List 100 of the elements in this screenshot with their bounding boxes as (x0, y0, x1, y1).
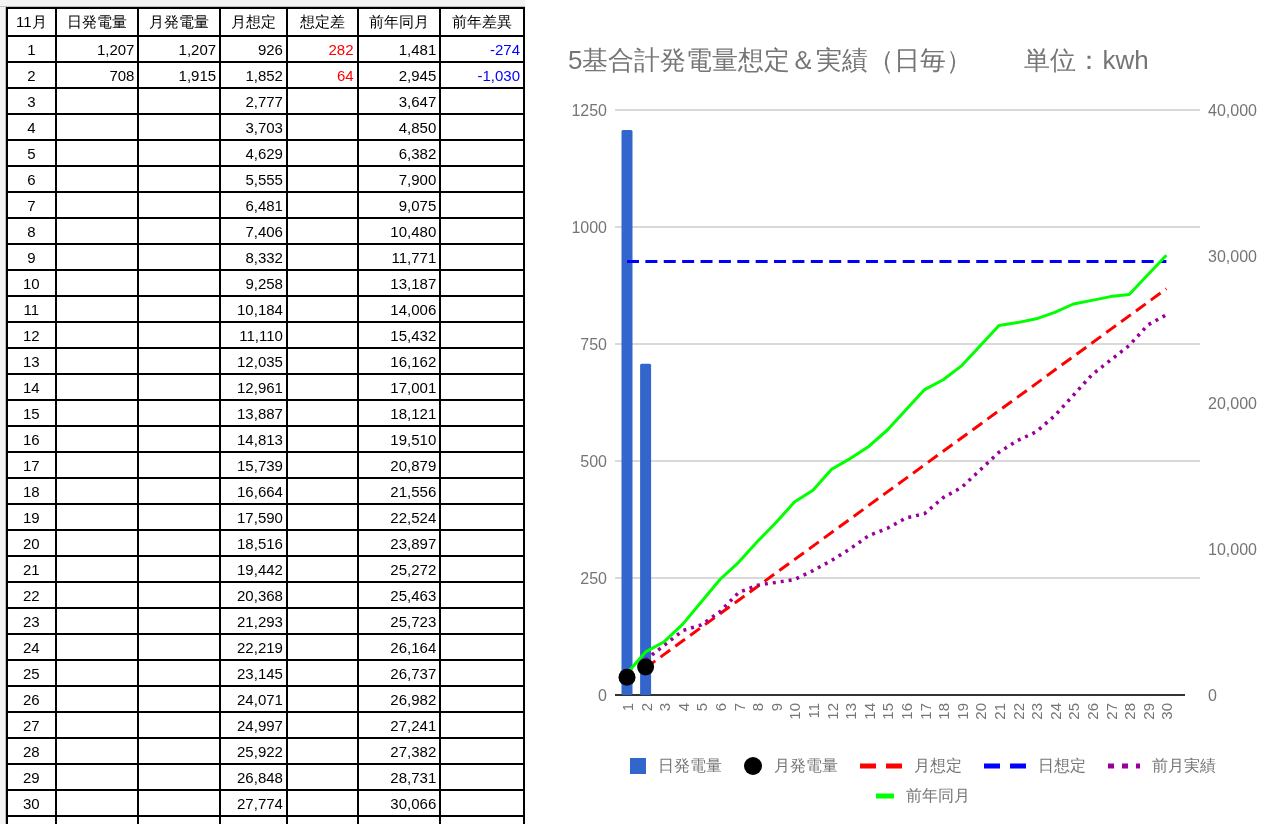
axis-label: 750 (580, 336, 607, 353)
table-cell (286, 634, 358, 660)
table-cell: 25,723 (357, 608, 441, 634)
table-cell (286, 556, 358, 582)
axis-label: 13 (842, 703, 860, 720)
table-cell: 17,590 (220, 504, 287, 530)
table-cell: 29 (7, 764, 56, 790)
table-cell: 27 (7, 712, 56, 738)
table-cell: 20,879 (357, 452, 441, 478)
axis-label: 2 (637, 703, 655, 712)
table-cell: 15,432 (357, 322, 441, 348)
table-cell: 22,524 (357, 504, 441, 530)
axis-label: 0 (598, 687, 607, 704)
axis-label: 1 (619, 703, 636, 712)
table-cell (286, 244, 358, 270)
table-cell: 20 (7, 530, 56, 556)
table-cell: 17 (7, 452, 56, 478)
axis-label: 18 (935, 703, 953, 720)
table-cell: 23,145 (220, 660, 287, 686)
table-cell: 1,915 (138, 62, 221, 88)
axis-label: 14 (860, 703, 878, 720)
table-cell: 1,852 (220, 62, 287, 88)
table-cell: 3,703 (220, 114, 287, 140)
table-cell: 19,510 (357, 426, 441, 452)
column-header: 日発電量 (55, 8, 139, 36)
table-cell (286, 530, 358, 556)
table-cell: 9,258 (220, 270, 287, 296)
table-cell: 11,110 (220, 322, 287, 348)
axis-label: 7 (730, 703, 748, 712)
table-cell: 25,272 (357, 556, 441, 582)
table-cell: 20,368 (220, 582, 287, 608)
table-cell: 28,731 (357, 764, 441, 790)
table-cell (286, 218, 358, 244)
table-cell: 4,629 (220, 140, 287, 166)
table-cell: 25 (7, 660, 56, 686)
axis-label: 30,000 (1208, 248, 1257, 266)
table-cell (286, 660, 358, 686)
table-cell: 13 (7, 348, 56, 374)
table-cell (286, 452, 358, 478)
table-cell (286, 478, 358, 504)
column-header: 前年同月 (357, 8, 441, 36)
table-cell: 2,945 (357, 62, 441, 88)
table-cell (286, 192, 358, 218)
column-header: 月想定 (220, 8, 287, 36)
table-cell: 2,777 (220, 88, 287, 114)
column-header: 11月 (7, 8, 56, 36)
axis-label: 500 (580, 453, 607, 470)
table-cell: 14,813 (220, 426, 287, 452)
table-cell: 9 (7, 244, 56, 270)
axis-label: 21 (991, 703, 1008, 720)
axis-label: 3 (656, 703, 674, 712)
table-cell: 24,071 (220, 686, 287, 712)
table-cell: 8,332 (220, 244, 287, 270)
legend-label: 月発電量 (773, 756, 838, 776)
legend-label: 前月実績 (1151, 756, 1216, 776)
axis-label: 250 (580, 570, 607, 587)
table-cell (286, 738, 358, 764)
axis-label: 11 (805, 703, 822, 719)
axis-label: 28 (1121, 703, 1139, 720)
column-header: 想定差 (286, 8, 358, 36)
table-cell: 13,187 (357, 270, 441, 296)
chart-title: 5基合計発電量想定＆実績（日毎） 単位：kwh (568, 44, 1150, 77)
axis-label: 15 (879, 703, 897, 720)
table-cell: 21,556 (357, 478, 441, 504)
axis-label: 20,000 (1208, 394, 1257, 412)
legend-label: 日発電量 (657, 756, 722, 776)
table-cell (286, 348, 358, 374)
legend-label: 月想定 (913, 756, 962, 776)
axis-label: 1000 (571, 219, 607, 236)
table-cell: 16,162 (357, 348, 441, 374)
axis-label: 10 (786, 703, 804, 720)
axis-label: 4 (674, 703, 692, 712)
table-cell: 26,848 (220, 764, 287, 790)
table-cell (286, 114, 358, 140)
axis-label: 19 (953, 703, 971, 720)
table-cell (286, 426, 358, 452)
table-cell (286, 712, 358, 738)
table-cell: 11,771 (357, 244, 441, 270)
table-cell: 24 (7, 634, 56, 660)
table-cell: 1,207 (138, 36, 221, 62)
table-cell: 8 (7, 218, 56, 244)
table-cell (286, 296, 358, 322)
table-cell: 282 (286, 36, 358, 62)
axis-label: 6 (712, 703, 729, 712)
table-cell: 6 (7, 166, 56, 192)
axis-label: 20 (972, 703, 990, 720)
table-cell: 26,164 (357, 634, 441, 660)
table-cell: 26 (7, 686, 56, 712)
axis-label: 16 (898, 703, 915, 720)
column-header: 月発電量 (138, 8, 221, 36)
table-cell: 30 (7, 790, 56, 816)
table-cell: 5 (7, 140, 56, 166)
table-cell: 14 (7, 374, 56, 400)
table-cell: 26,982 (357, 686, 441, 712)
column-header: 前年差異 (440, 8, 524, 36)
table-cell: 19,442 (220, 556, 287, 582)
table-cell: 12 (7, 322, 56, 348)
axis-label: 27 (1102, 703, 1120, 720)
table-cell: 23,897 (357, 530, 441, 556)
table-cell: 9,075 (357, 192, 441, 218)
